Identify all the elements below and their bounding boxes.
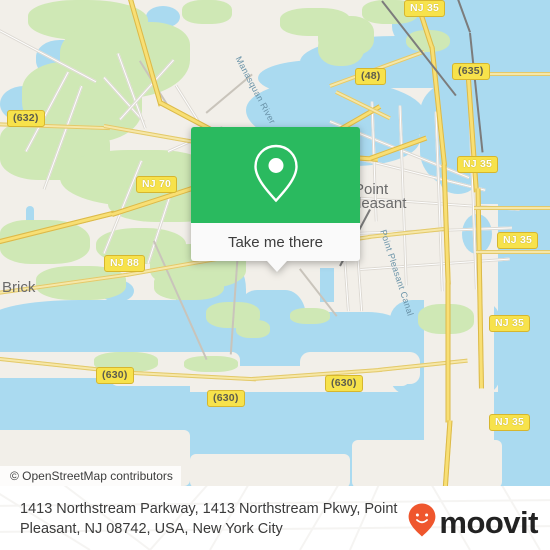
take-me-there-button[interactable]: Take me there	[191, 223, 360, 261]
take-me-there-label: Take me there	[227, 233, 324, 251]
route-shield-48[interactable]: (48)	[355, 68, 387, 85]
water-lagoon	[374, 318, 378, 352]
moovit-logo[interactable]: moovit	[407, 502, 538, 543]
water-lagoon	[398, 318, 402, 352]
place-label-brick: Brick	[2, 279, 36, 296]
location-popup-card[interactable]: Take me there	[191, 127, 360, 272]
location-caption: 1413 Northstream Parkway, 1413 Northstre…	[20, 501, 398, 537]
route-shield-630-west[interactable]: (630)	[96, 367, 134, 384]
land-mass	[190, 454, 350, 486]
road-major	[474, 206, 550, 210]
park-area	[182, 0, 232, 24]
route-shield-630-east[interactable]: (630)	[325, 375, 363, 392]
park-area	[318, 30, 364, 66]
route-shield-nj35-lower[interactable]: NJ 35	[489, 315, 531, 332]
route-shield-nj70[interactable]: NJ 70	[136, 176, 178, 193]
route-shield-nj88[interactable]: NJ 88	[104, 255, 146, 272]
popup-body	[191, 127, 360, 223]
moovit-wordmark: moovit	[439, 505, 538, 540]
footer-bar: 1413 Northstream Parkway, 1413 Northstre…	[0, 486, 550, 550]
map-pin-icon	[250, 141, 302, 210]
water-body	[479, 0, 550, 204]
park-area	[184, 356, 238, 372]
park-area	[290, 308, 330, 324]
route-shield-nj35-bottom[interactable]: NJ 35	[489, 414, 531, 431]
road-minor	[359, 257, 510, 271]
map-canvas[interactable]: Manasquan River Point Pleasant Canal Bri…	[0, 0, 550, 486]
road-trunk	[445, 282, 451, 423]
route-shield-nj35-top[interactable]: NJ 35	[404, 0, 446, 17]
route-shield-635[interactable]: (635)	[452, 63, 490, 80]
route-shield-nj35-mid[interactable]: NJ 35	[497, 232, 539, 249]
water-lagoon	[386, 318, 390, 352]
park-area	[236, 320, 270, 338]
park-area	[154, 270, 224, 300]
popup-pointer-tail	[267, 261, 287, 272]
route-shield-nj35-upper[interactable]: NJ 35	[457, 156, 499, 173]
osm-attribution[interactable]: © OpenStreetMap contributors	[0, 466, 181, 486]
route-shield-632[interactable]: (632)	[7, 110, 45, 127]
route-shield-630-center[interactable]: (630)	[207, 390, 245, 407]
road-major	[476, 250, 550, 254]
moovit-map-screenshot: Manasquan River Point Pleasant Canal Bri…	[0, 0, 550, 550]
moovit-pin-icon	[407, 502, 437, 543]
water-lagoon	[410, 318, 414, 352]
